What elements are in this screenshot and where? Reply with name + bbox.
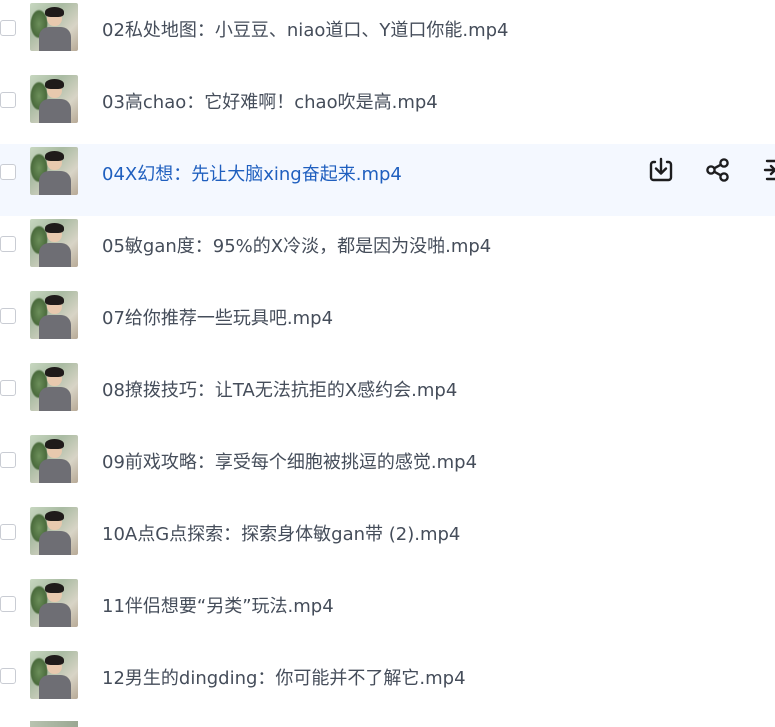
row-checkbox[interactable]: [0, 20, 16, 36]
video-thumbnail[interactable]: [30, 363, 78, 411]
file-name[interactable]: 10A点G点探索：探索身体敏gan带 (2).mp4: [102, 520, 460, 546]
video-thumbnail[interactable]: [30, 579, 78, 627]
video-thumbnail[interactable]: [30, 435, 78, 483]
row-checkbox[interactable]: [0, 236, 16, 252]
file-name[interactable]: 05敏gan度：95%的X冷淡，都是因为没啪.mp4: [102, 232, 491, 258]
video-thumbnail[interactable]: [30, 147, 78, 195]
file-row[interactable]: 03高chao：它好难啊！chao吹是高.mp4: [0, 72, 775, 144]
row-checkbox[interactable]: [0, 524, 16, 540]
video-thumbnail[interactable]: [30, 3, 78, 51]
video-thumbnail[interactable]: [30, 291, 78, 339]
file-name[interactable]: 04X幻想：先让大脑xing奋起来.mp4: [102, 160, 402, 186]
share-icon[interactable]: [702, 154, 734, 186]
file-name[interactable]: 07给你推荐一些玩具吧.mp4: [102, 304, 333, 330]
row-checkbox[interactable]: [0, 668, 16, 684]
file-name[interactable]: 09前戏攻略：享受每个细胞被挑逗的感觉.mp4: [102, 448, 477, 474]
row-checkbox[interactable]: [0, 92, 16, 108]
file-row[interactable]: 05敏gan度：95%的X冷淡，都是因为没啪.mp4: [0, 216, 775, 288]
file-name[interactable]: 02私处地图：小豆豆、niao道口、Y道口你能.mp4: [102, 16, 508, 42]
row-checkbox[interactable]: [0, 308, 16, 324]
row-checkbox[interactable]: [0, 452, 16, 468]
file-name[interactable]: 03高chao：它好难啊！chao吹是高.mp4: [102, 88, 438, 114]
row-checkbox[interactable]: [0, 164, 16, 180]
file-row[interactable]: 09前戏攻略：享受每个细胞被挑逗的感觉.mp4: [0, 432, 775, 504]
file-name[interactable]: 08撩拨技巧：让TA无法抗拒的X感约会.mp4: [102, 376, 457, 402]
file-list: 02私处地图：小豆豆、niao道口、Y道口你能.mp4 03高chao：它好难啊…: [0, 0, 775, 727]
file-row[interactable]: 02私处地图：小豆豆、niao道口、Y道口你能.mp4: [0, 0, 775, 72]
row-checkbox[interactable]: [0, 380, 16, 396]
video-thumbnail[interactable]: [30, 219, 78, 267]
file-name[interactable]: 11伴侣想要“另类”玩法.mp4: [102, 592, 334, 618]
move-icon[interactable]: [757, 154, 775, 186]
video-thumbnail[interactable]: [30, 75, 78, 123]
video-thumbnail[interactable]: [30, 651, 78, 699]
video-thumbnail[interactable]: [30, 721, 78, 727]
download-icon[interactable]: [645, 154, 677, 186]
row-checkbox[interactable]: [0, 596, 16, 612]
file-row[interactable]: 10A点G点探索：探索身体敏gan带 (2).mp4: [0, 504, 775, 576]
file-row[interactable]: 11伴侣想要“另类”玩法.mp4: [0, 576, 775, 648]
video-thumbnail[interactable]: [30, 507, 78, 555]
file-row[interactable]: 07给你推荐一些玩具吧.mp4: [0, 288, 775, 360]
file-row[interactable]: 04X幻想：先让大脑xing奋起来.mp4: [0, 144, 775, 216]
file-row[interactable]: 08撩拨技巧：让TA无法抗拒的X感约会.mp4: [0, 360, 775, 432]
file-name[interactable]: 12男生的dingding：你可能并不了解它.mp4: [102, 664, 466, 690]
file-row[interactable]: 12男生的dingding：你可能并不了解它.mp4: [0, 648, 775, 720]
